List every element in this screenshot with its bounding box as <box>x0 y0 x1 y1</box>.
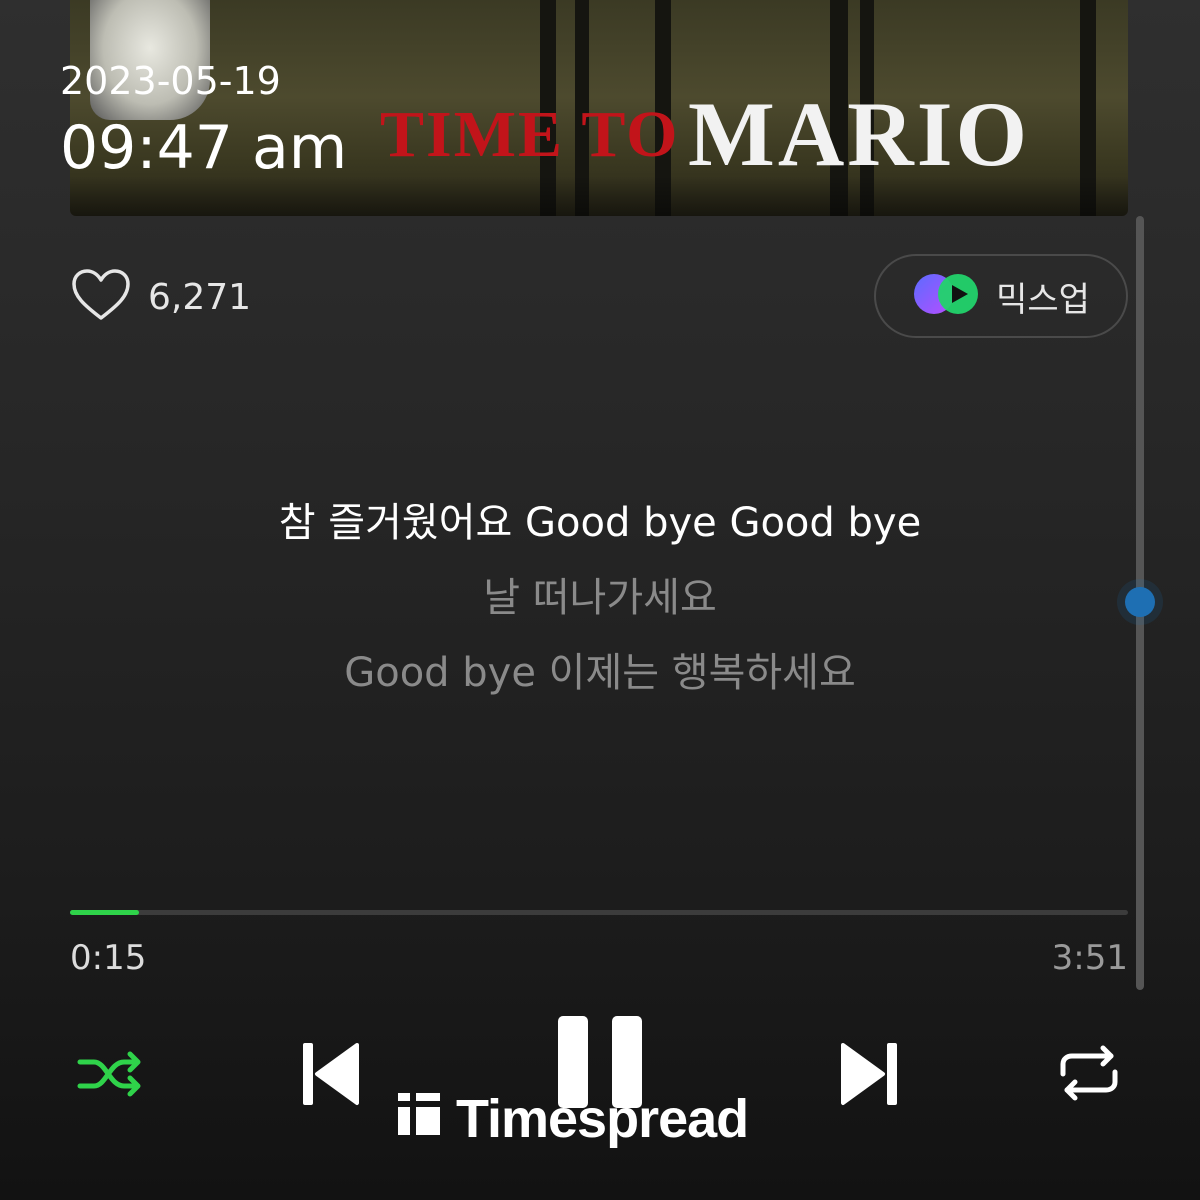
total-time: 3:51 <box>1051 938 1128 978</box>
shuffle-icon <box>76 1048 144 1104</box>
lyric-next-line-2[interactable]: Good bye 이제는 행복하세요 <box>0 640 1200 698</box>
watermark: Timespread <box>396 1088 749 1150</box>
progress-bar[interactable] <box>70 910 1128 915</box>
mixup-label: 믹스업 <box>996 279 1090 320</box>
scrollbar-thumb[interactable] <box>1125 587 1155 617</box>
shuffle-button[interactable] <box>72 1044 148 1108</box>
next-track-icon <box>837 1039 901 1113</box>
timestamp-time: 09:47 am <box>60 113 348 183</box>
next-track-button[interactable] <box>836 1040 902 1112</box>
lyric-current-line[interactable]: 참 즐거웠어요 Good bye Good bye <box>0 490 1200 548</box>
album-art: TIME TO MARIO <box>70 0 1128 216</box>
mixup-logo-icon <box>912 272 980 320</box>
repeat-icon <box>1057 1044 1121 1106</box>
like-count: 6,271 <box>148 276 252 318</box>
previous-track-icon <box>299 1039 363 1113</box>
album-title-red: TIME TO <box>380 98 680 171</box>
previous-track-button[interactable] <box>296 1040 366 1112</box>
timestamp-date: 2023-05-19 <box>60 59 281 103</box>
current-time: 0:15 <box>70 938 147 978</box>
lyric-next-line[interactable]: 날 떠나가세요 <box>0 565 1200 623</box>
repeat-button[interactable] <box>1054 1044 1124 1106</box>
watermark-logo-icon <box>396 1088 442 1150</box>
heart-outline-icon <box>70 268 132 326</box>
watermark-text: Timespread <box>456 1089 749 1149</box>
progress-fill <box>70 910 139 915</box>
mixup-button[interactable]: 믹스업 <box>874 254 1128 338</box>
album-title-white: MARIO <box>688 83 1031 185</box>
like-button[interactable]: 6,271 <box>70 268 251 326</box>
